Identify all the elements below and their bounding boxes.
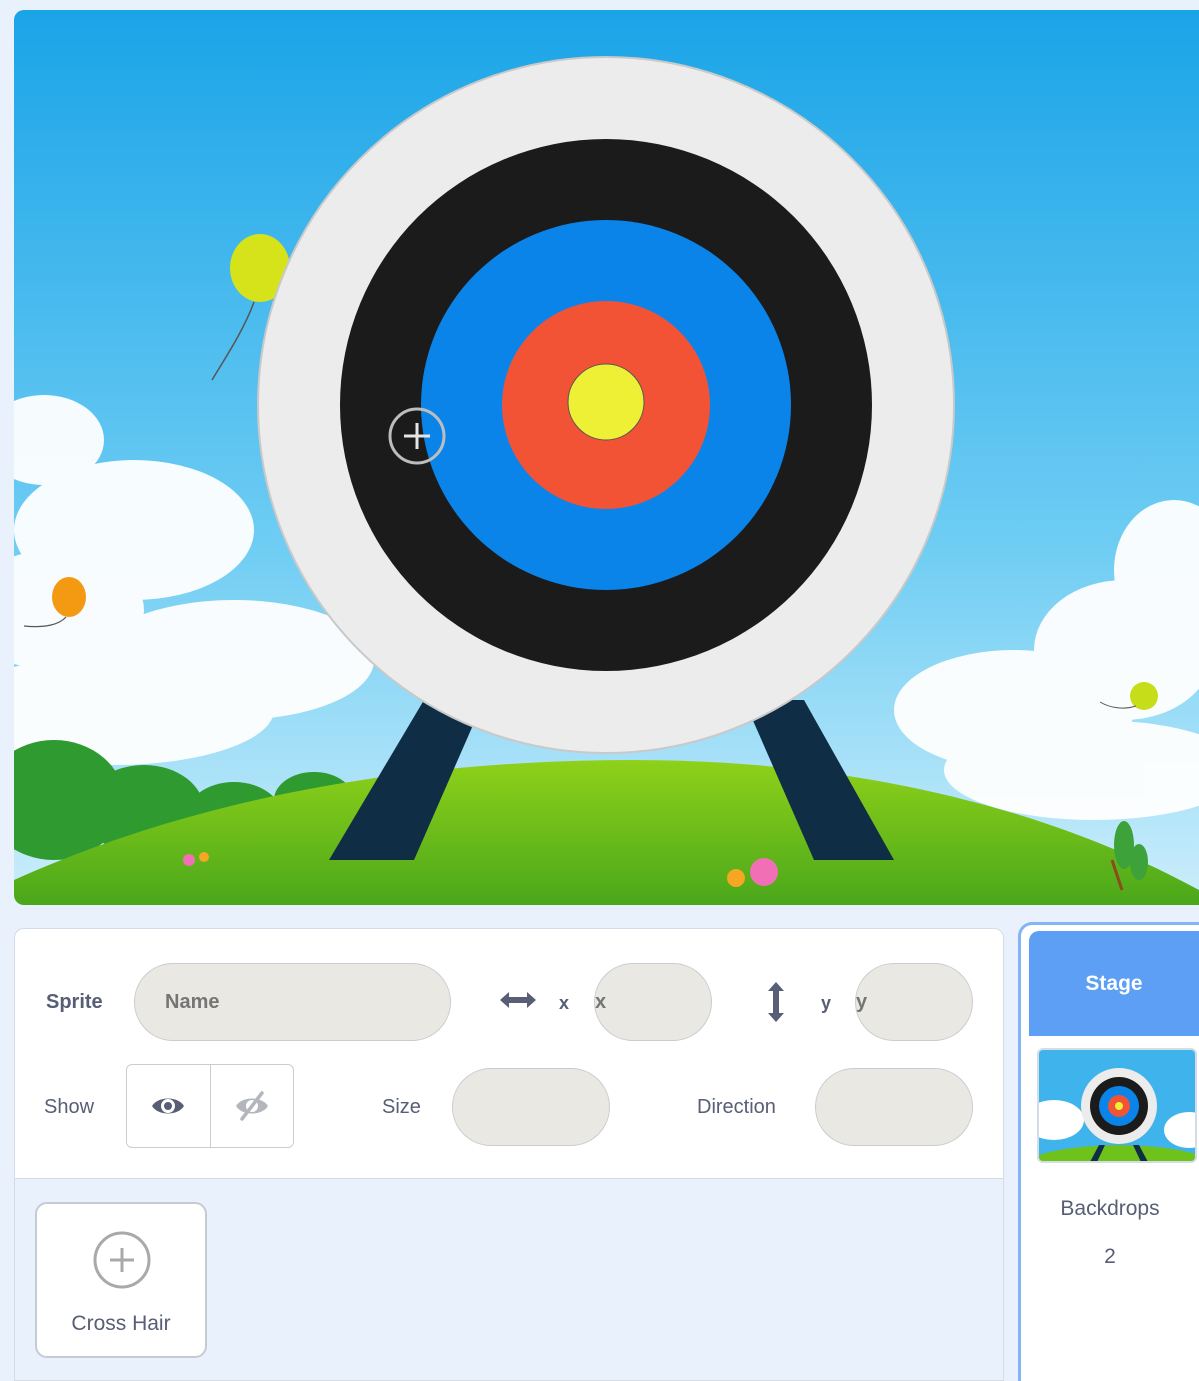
sprite-tile[interactable]: Cross Hair bbox=[35, 1202, 207, 1358]
y-input[interactable] bbox=[855, 963, 973, 1041]
crosshair-icon bbox=[93, 1231, 151, 1289]
vertical-arrows-icon bbox=[762, 980, 790, 1029]
stage-thumbnail[interactable] bbox=[1037, 1048, 1197, 1163]
eye-slash-icon bbox=[235, 1091, 268, 1121]
x-label: x bbox=[559, 993, 570, 1013]
show-toggle-group bbox=[126, 1064, 294, 1148]
y-label: y bbox=[821, 993, 832, 1013]
backdrops-label: Backdrops bbox=[1060, 1197, 1160, 1220]
backdrops-count: 2 bbox=[1104, 1245, 1116, 1268]
stage-selector-pane[interactable]: Stage Backdrops 2 bbox=[1018, 922, 1199, 1381]
x-input[interactable] bbox=[594, 963, 712, 1041]
size-label: Size bbox=[382, 1096, 421, 1118]
size-input[interactable] bbox=[452, 1068, 610, 1146]
eye-icon bbox=[152, 1098, 185, 1114]
sprite-tile-name: Cross Hair bbox=[71, 1312, 171, 1335]
show-label: Show bbox=[44, 1096, 95, 1118]
show-visible-button[interactable] bbox=[127, 1065, 210, 1147]
direction-input[interactable] bbox=[815, 1068, 973, 1146]
stage-scene bbox=[14, 10, 1199, 905]
show-hidden-button[interactable] bbox=[209, 1065, 294, 1147]
stage-canvas[interactable] bbox=[14, 10, 1199, 905]
stage-header: Stage bbox=[1029, 931, 1199, 1036]
sprite-label: Sprite bbox=[46, 991, 103, 1013]
stage-title: Stage bbox=[1085, 971, 1143, 995]
stage-thumbnail-image bbox=[1039, 1050, 1195, 1161]
horizontal-arrows-icon bbox=[497, 986, 539, 1019]
sprite-name-input[interactable] bbox=[134, 963, 451, 1041]
direction-label: Direction bbox=[697, 1096, 776, 1118]
